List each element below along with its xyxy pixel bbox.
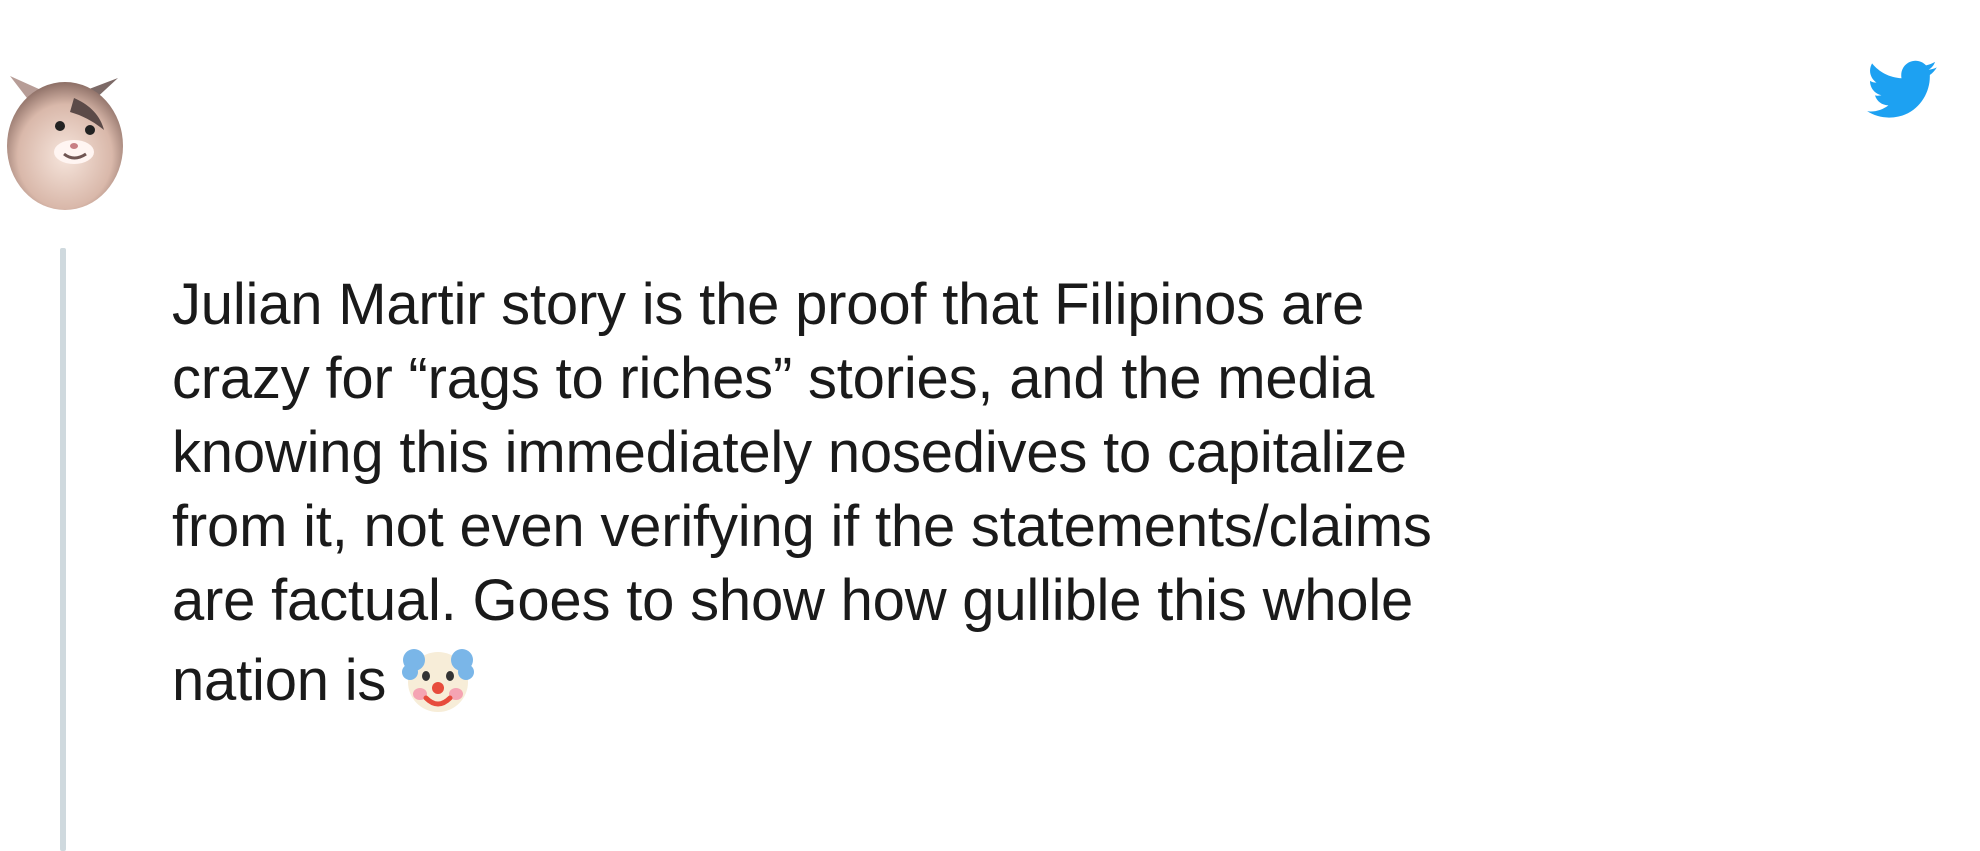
cat-avatar-icon — [7, 76, 123, 210]
tweet-text-line-4: from it, not even verifying if the state… — [172, 494, 1432, 559]
thread-line — [60, 248, 66, 851]
author-avatar[interactable] — [2, 58, 126, 210]
tweet-text: Julian Martir story is the proof that Fi… — [172, 268, 1912, 722]
twitter-bird-icon[interactable] — [1862, 54, 1944, 124]
tweet-text-line-6: nation is — [172, 638, 1912, 722]
tweet-text-line-1: Julian Martir story is the proof that Fi… — [172, 272, 1365, 337]
tweet-text-line-3: knowing this immediately nosedives to ca… — [172, 420, 1407, 485]
tweet-card: Julian Martir story is the proof that Fi… — [0, 0, 1980, 851]
clown-face-emoji — [396, 638, 480, 722]
tweet-text-last-line-text: nation is — [172, 648, 387, 713]
tweet-text-line-2: crazy for “rags to riches” stories, and … — [172, 346, 1375, 411]
tweet-text-line-5: are factual. Goes to show how gullible t… — [172, 568, 1414, 633]
